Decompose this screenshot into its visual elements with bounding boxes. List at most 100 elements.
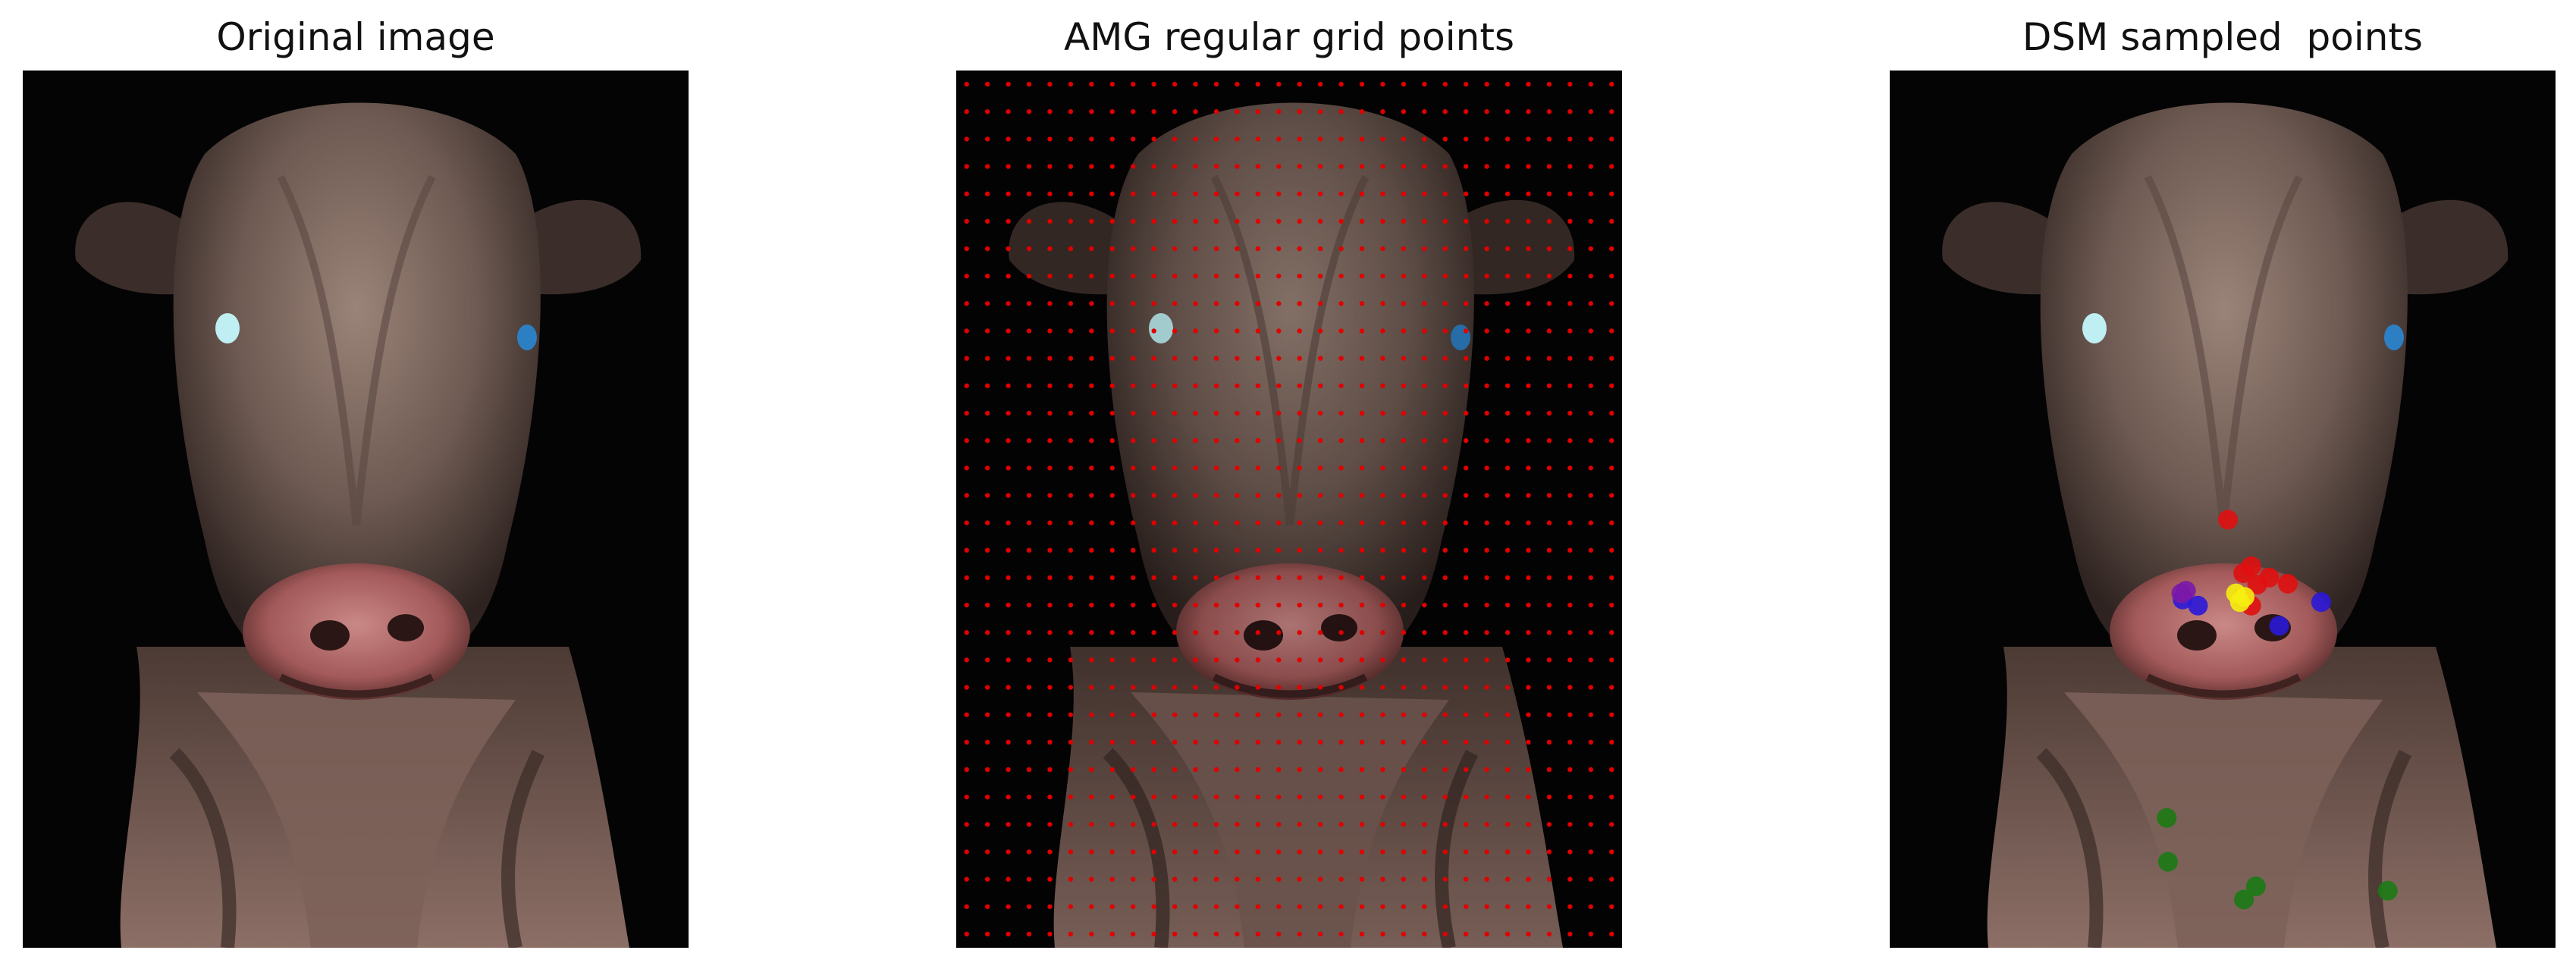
grid-point: [1026, 520, 1032, 525]
grid-point: [1026, 547, 1032, 553]
grid-point: [1006, 383, 1011, 388]
grid-point: [1442, 191, 1448, 196]
grid-point: [1380, 904, 1385, 909]
grid-point: [1255, 876, 1261, 882]
grid-point: [1026, 466, 1032, 471]
grid-point: [1464, 136, 1469, 142]
grid-point: [1526, 685, 1531, 690]
grid-point: [1526, 136, 1531, 142]
grid-point: [1089, 191, 1094, 196]
grid-point: [1464, 109, 1469, 114]
grid-point: [984, 794, 990, 800]
grid-point: [1006, 493, 1011, 498]
grid-point: [1338, 437, 1344, 444]
grid-point: [1380, 876, 1385, 882]
grid-point: [1297, 685, 1302, 690]
grid-point: [1151, 630, 1156, 635]
grid-point: [1484, 191, 1489, 196]
grid-point: [1317, 383, 1323, 388]
grid-point: [1442, 164, 1448, 169]
grid-point: [1422, 520, 1427, 525]
grid-point: [1276, 657, 1282, 663]
grid-point: [1588, 712, 1594, 717]
grid-point: [1442, 822, 1448, 827]
grid-point: [1131, 547, 1136, 553]
grid-point: [1297, 575, 1302, 581]
grid-point: [1546, 136, 1552, 142]
grid-point: [1546, 81, 1552, 87]
grid-point: [1193, 739, 1198, 745]
grid-point: [1213, 849, 1219, 855]
grid-point: [964, 739, 969, 745]
grid-point: [984, 904, 990, 909]
grid-point: [1006, 794, 1011, 800]
grid-point: [1026, 822, 1032, 827]
grid-point: [1380, 575, 1385, 581]
grid-point: [1276, 520, 1282, 525]
grid-point: [1276, 931, 1282, 937]
grid-point: [1422, 218, 1427, 224]
grid-point: [964, 164, 969, 169]
grid-point: [1588, 383, 1594, 388]
grid-point: [1068, 904, 1074, 909]
grid-point: [1213, 575, 1219, 581]
grid-point: [1317, 328, 1323, 334]
grid-point: [1317, 301, 1323, 306]
grid-point: [1026, 273, 1032, 279]
grid-point: [1109, 328, 1115, 334]
grid-point: [1588, 328, 1594, 334]
grid-point: [1047, 822, 1053, 827]
grid-point: [1567, 328, 1573, 334]
grid-point: [1255, 218, 1261, 224]
grid-point: [1567, 931, 1573, 937]
grid-point: [1567, 630, 1573, 635]
grid-point: [1359, 273, 1365, 279]
grid-point: [1526, 410, 1531, 416]
grid-point: [1526, 273, 1531, 279]
grid-point: [1588, 520, 1594, 525]
grid-point: [1546, 191, 1552, 196]
grid-point: [1442, 602, 1448, 608]
grid-point: [1464, 822, 1469, 827]
grid-point: [1026, 383, 1032, 388]
grid-point: [1235, 437, 1240, 444]
grid-point: [1109, 767, 1115, 773]
grid-point: [1546, 767, 1552, 773]
grid-point: [1359, 876, 1365, 882]
grid-point: [1131, 356, 1136, 361]
grid-point: [1526, 657, 1531, 663]
grid-point: [1151, 904, 1156, 909]
grid-point: [1609, 466, 1614, 471]
grid-point: [1422, 383, 1427, 388]
grid-point: [1401, 630, 1407, 635]
grid-point: [1006, 739, 1011, 745]
grid-point: [1380, 109, 1385, 114]
grid-point: [1026, 602, 1032, 608]
grid-point: [1422, 794, 1427, 800]
grid-point: [1006, 301, 1011, 306]
grid-point: [1546, 904, 1552, 909]
grid-point: [1380, 822, 1385, 827]
grid-point: [1213, 794, 1219, 800]
grid-point: [1047, 164, 1053, 169]
grid-point: [1193, 822, 1198, 827]
grid-point: [1359, 81, 1365, 87]
panel-dsm-sampled: DSM sampled points: [1890, 0, 2556, 969]
grid-point: [1484, 328, 1489, 334]
grid-point: [1422, 356, 1427, 361]
grid-point: [1006, 767, 1011, 773]
grid-point: [1172, 164, 1178, 169]
grid-point: [1255, 246, 1261, 252]
grid-point: [964, 81, 969, 87]
grid-point: [1026, 904, 1032, 909]
grid-point: [1235, 383, 1240, 388]
grid-point: [1089, 437, 1094, 444]
grid-point: [1588, 822, 1594, 827]
grid-point: [1006, 81, 1011, 87]
grid-point: [1089, 301, 1094, 306]
cow-image-with-grid: [956, 71, 1622, 948]
grid-point: [1131, 794, 1136, 800]
grid-point: [1567, 712, 1573, 717]
grid-point: [1567, 685, 1573, 690]
grid-point: [1442, 246, 1448, 252]
